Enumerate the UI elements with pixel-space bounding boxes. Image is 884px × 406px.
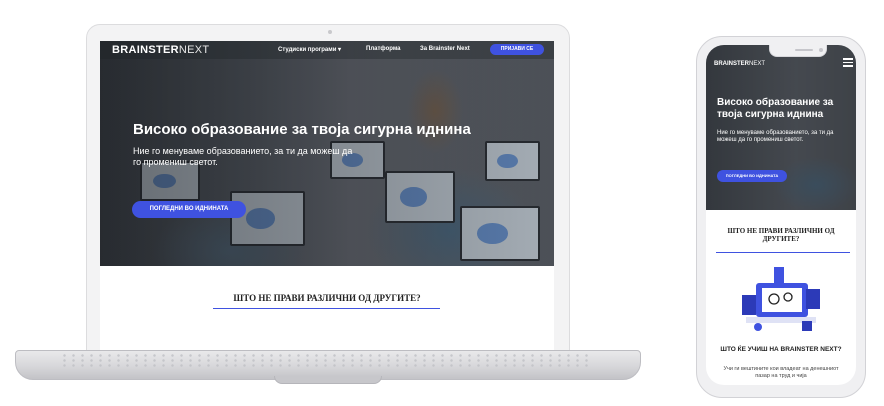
phone-hero-overlay bbox=[706, 45, 856, 210]
phone-brand-logo[interactable]: BRAINSTERNEXT bbox=[714, 61, 765, 67]
hero-title: Високо образование за твоја сигурна идни… bbox=[133, 121, 471, 138]
nav-platform-link[interactable]: Платформа bbox=[366, 46, 401, 52]
laptop-opening-notch bbox=[274, 376, 382, 384]
laptop-camera bbox=[328, 30, 332, 34]
phone-screen: BRAINSTERNEXT Високо образование за твој… bbox=[706, 45, 856, 385]
phone-hero: BRAINSTERNEXT Високо образование за твој… bbox=[706, 45, 856, 210]
phone-section-title: ШТО НЕ ПРАВИ РАЗЛИЧНИ ОД ДРУГИТЕ? bbox=[727, 227, 835, 243]
phone-speaker bbox=[795, 49, 813, 51]
phone-camera bbox=[819, 48, 823, 52]
phone-hero-subtitle: Ние го менуваме образованието, за ти да … bbox=[717, 130, 834, 143]
look-future-button[interactable]: ПОГЛЕДНИ ВО ИДНИНАТА bbox=[132, 201, 246, 218]
apply-button[interactable]: ПРИЈАВИ СЕ bbox=[490, 44, 544, 55]
nav-programs-link[interactable]: Студиски програми ▾ bbox=[278, 46, 341, 53]
device-mockup-scene: BRAINSTERNEXT Студиски програми ▾ Платфо… bbox=[0, 0, 884, 406]
learning-illustration-icon bbox=[742, 267, 820, 331]
hero-subtitle: Ние го менуваме образованието, за ти да … bbox=[133, 146, 353, 167]
laptop-keyboard bbox=[60, 353, 590, 367]
brand-logo[interactable]: BRAINSTERNEXT bbox=[112, 44, 209, 56]
section-title: ШТО НЕ ПРАВИ РАЗЛИЧНИ ОД ДРУГИТЕ? bbox=[233, 293, 421, 303]
phone-feature-title: ШТО ЌЕ УЧИШ НА BRAINSTER NEXT? bbox=[720, 346, 842, 353]
phone-look-future-button[interactable]: ПОГЛЕДНИ ВО ИДНИНАТА bbox=[717, 170, 787, 182]
hero-banner: BRAINSTERNEXT Студиски програми ▾ Платфо… bbox=[100, 41, 554, 266]
menu-icon[interactable] bbox=[843, 58, 853, 67]
nav-about-link[interactable]: За Brainster Next bbox=[420, 46, 470, 52]
section-divider bbox=[213, 308, 440, 309]
phone-feature-text: Учи ги вештините кои владеат на денешнио… bbox=[723, 366, 839, 379]
laptop-screen: BRAINSTERNEXT Студиски програми ▾ Платфо… bbox=[100, 41, 554, 353]
top-nav: BRAINSTERNEXT Студиски програми ▾ Платфо… bbox=[100, 41, 554, 59]
phone-hero-title: Високо образование за твоја сигурна идни… bbox=[717, 97, 834, 120]
phone-section-divider bbox=[716, 252, 850, 253]
